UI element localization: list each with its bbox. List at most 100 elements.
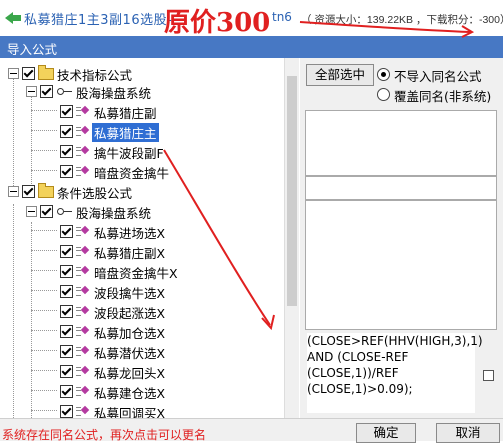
dialog-titlebar: 导入公式 xyxy=(0,36,503,58)
status-message: 系统存在同名公式，再次点击可以更名 xyxy=(2,428,207,442)
radio-skip-label: 不导入同名公式 xyxy=(394,69,482,84)
system-checkbox[interactable] xyxy=(40,205,53,218)
download-arrow-icon xyxy=(5,12,21,24)
description-box[interactable] xyxy=(305,200,497,330)
formula-item[interactable]: 私募潜伏选X xyxy=(0,342,280,361)
formula-label: 私募龙回头X xyxy=(94,366,166,381)
resource-ext: tn6 xyxy=(272,10,292,24)
formula-label: 私募猎庄主 xyxy=(92,123,159,142)
tree-connector xyxy=(31,390,57,391)
formula-checkbox[interactable] xyxy=(60,225,73,238)
cancel-button[interactable]: 取消 xyxy=(436,423,500,443)
formula-checkbox[interactable] xyxy=(60,265,73,278)
system-label: 股海操盘系统 xyxy=(76,86,152,101)
tree-group-indicators[interactable]: 技术指标公式 xyxy=(0,64,280,83)
tree-connector xyxy=(31,330,57,331)
formula-item[interactable]: 私募回调买X xyxy=(0,402,280,418)
tree-connector xyxy=(31,410,57,411)
tree-connector xyxy=(31,110,57,111)
info-panel xyxy=(305,110,497,176)
formula-icon xyxy=(76,145,90,156)
tree-system-node[interactable]: 股海操盘系统 xyxy=(0,202,280,221)
name-field[interactable] xyxy=(305,176,497,200)
tree-connector xyxy=(31,230,57,231)
formula-icon xyxy=(76,345,90,356)
formula-item[interactable]: 私募龙回头X xyxy=(0,362,280,381)
formula-label: 私募猎庄副 xyxy=(94,106,157,121)
tree-connector xyxy=(31,290,57,291)
formula-checkbox[interactable] xyxy=(60,405,73,418)
resource-info: （ 资源大小：139.22KB ，下载积分：-300） xyxy=(301,14,503,26)
folder-icon xyxy=(38,65,54,80)
formula-icon xyxy=(76,105,90,116)
formula-label: 暗盘资金擒牛X xyxy=(94,266,178,281)
formula-checkbox[interactable] xyxy=(60,285,73,298)
tree-connector xyxy=(31,370,57,371)
formula-label: 私募猎庄副X xyxy=(94,246,166,261)
formula-tree[interactable]: 技术指标公式 股海操盘系统 私募猎庄副 私募猎庄主 擒牛波段副F 暗盘资金擒牛 … xyxy=(0,58,283,418)
preview-checkbox[interactable] xyxy=(483,370,494,381)
collapse-toggle[interactable] xyxy=(8,68,19,79)
collapse-toggle[interactable] xyxy=(26,86,37,97)
tree-system-node[interactable]: 股海操盘系统 xyxy=(0,82,280,101)
formula-preview: (CLOSE>REF(HHV(HIGH,3),1) AND (CLOSE-REF… xyxy=(307,333,483,413)
dialog-footer: 系统存在同名公式，再次点击可以更名 确定 取消 xyxy=(0,418,503,443)
tree-connector xyxy=(31,150,57,151)
formula-icon xyxy=(76,245,90,256)
formula-checkbox[interactable] xyxy=(60,365,73,378)
ok-button[interactable]: 确定 xyxy=(356,423,416,443)
formula-item[interactable]: 私募进场选X xyxy=(0,222,280,241)
price-annotation: 原价300 xyxy=(164,8,271,38)
formula-icon xyxy=(76,165,90,176)
formula-label: 私募建仓选X xyxy=(94,386,166,401)
formula-label: 私募加仓选X xyxy=(94,326,166,341)
key-icon xyxy=(57,207,72,216)
group-checkbox[interactable] xyxy=(22,67,35,80)
collapse-toggle[interactable] xyxy=(8,186,19,197)
formula-icon xyxy=(76,385,90,396)
formula-icon xyxy=(76,125,90,136)
formula-checkbox[interactable] xyxy=(60,305,73,318)
select-all-button[interactable]: 全部选中 xyxy=(306,64,374,86)
formula-label: 暗盘资金擒牛 xyxy=(94,166,170,181)
tree-connector xyxy=(31,350,57,351)
group-checkbox[interactable] xyxy=(22,185,35,198)
radio-skip-duplicates[interactable] xyxy=(377,68,390,81)
system-checkbox[interactable] xyxy=(40,85,53,98)
formula-item[interactable]: 私募建仓选X xyxy=(0,382,280,401)
formula-checkbox[interactable] xyxy=(60,245,73,258)
formula-checkbox[interactable] xyxy=(60,105,73,118)
resource-title[interactable]: 私募猎庄1主3副16选股- xyxy=(24,9,172,28)
formula-checkbox[interactable] xyxy=(60,145,73,158)
formula-item[interactable]: 私募猎庄副 xyxy=(0,102,280,121)
formula-checkbox[interactable] xyxy=(60,125,73,138)
tree-group-screeners[interactable]: 条件选股公式 xyxy=(0,182,280,201)
formula-item[interactable]: 波段起涨选X xyxy=(0,302,280,321)
dialog-title: 导入公式 xyxy=(7,42,58,57)
formula-icon xyxy=(76,225,90,236)
formula-label: 私募潜伏选X xyxy=(94,346,166,361)
formula-item[interactable]: 擒牛波段副F xyxy=(0,142,280,161)
formula-label: 波段擒牛选X xyxy=(94,286,166,301)
scrollbar-thumb[interactable] xyxy=(287,76,297,306)
formula-item-selected[interactable]: 私募猎庄主 xyxy=(0,122,280,142)
formula-label: 擒牛波段副F xyxy=(94,146,164,161)
resource-header: 私募猎庄1主3副16选股- tn6 （ 资源大小：139.22KB ，下载积分：… xyxy=(0,0,503,38)
formula-label: 私募回调买X xyxy=(94,406,166,418)
collapse-toggle[interactable] xyxy=(26,206,37,217)
tree-scrollbar[interactable] xyxy=(284,58,299,418)
formula-icon xyxy=(76,285,90,296)
folder-icon xyxy=(38,183,54,198)
formula-item[interactable]: 暗盘资金擒牛 xyxy=(0,162,280,181)
formula-label: 私募进场选X xyxy=(94,226,166,241)
system-label: 股海操盘系统 xyxy=(76,206,152,221)
formula-checkbox[interactable] xyxy=(60,325,73,338)
formula-checkbox[interactable] xyxy=(60,385,73,398)
formula-item[interactable]: 私募加仓选X xyxy=(0,322,280,341)
formula-checkbox[interactable] xyxy=(60,345,73,358)
formula-item[interactable]: 暗盘资金擒牛X xyxy=(0,262,280,281)
formula-item[interactable]: 波段擒牛选X xyxy=(0,282,280,301)
formula-checkbox[interactable] xyxy=(60,165,73,178)
radio-overwrite[interactable] xyxy=(377,88,390,101)
formula-item[interactable]: 私募猎庄副X xyxy=(0,242,280,261)
